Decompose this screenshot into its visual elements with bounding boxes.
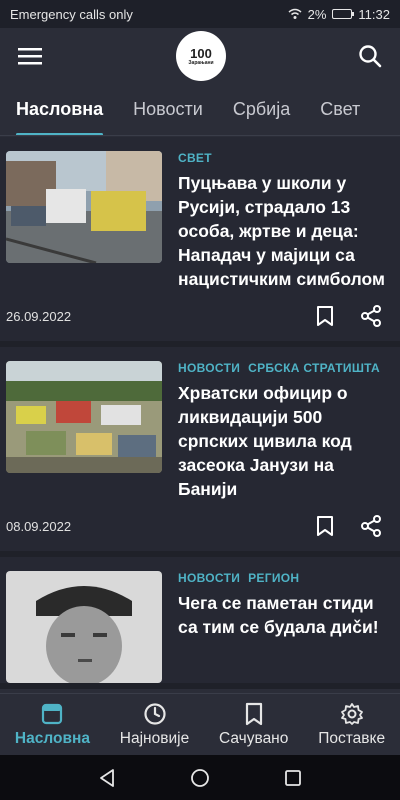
app-logo[interactable]: 100 Зарањани [176, 31, 226, 81]
carrier-text: Emergency calls only [10, 6, 133, 22]
tab-svet[interactable]: Свет [320, 84, 360, 135]
category-tabs: Насловна Новости Србија Свет [0, 84, 400, 136]
article-feed: СВЕТ Пуцњава у школи у Русији, страдало … [0, 137, 400, 693]
share-icon[interactable] [360, 515, 382, 537]
nav-label: Најновије [119, 729, 190, 747]
clock-icon [143, 702, 166, 725]
bookmark-icon[interactable] [316, 305, 334, 327]
article-date: 08.09.2022 [6, 518, 72, 534]
system-navigation-bar [0, 755, 400, 800]
bottom-navigation: Насловна Најновије Сачувано Поставке [0, 693, 400, 755]
search-icon[interactable] [358, 44, 382, 68]
category-label[interactable]: НОВОСТИ [178, 361, 240, 375]
article-title[interactable]: Хрватски официр о ликвидацији 500 српски… [178, 381, 394, 501]
article-title[interactable]: Чега се паметан стиди са тим се будала д… [178, 591, 394, 639]
battery-percent: 2% [307, 6, 327, 22]
article-thumbnail[interactable] [6, 571, 162, 683]
bookmark-icon [245, 702, 262, 725]
category-label[interactable]: СВЕТ [178, 151, 212, 165]
tab-srbija[interactable]: Србија [233, 84, 290, 135]
nav-label: Поставке [318, 729, 386, 747]
back-icon[interactable] [97, 768, 117, 788]
article-categories: СВЕТ [178, 151, 394, 165]
nav-saved[interactable]: Сачувано [219, 702, 288, 748]
article-title[interactable]: Пуцњава у школи у Русији, страдало 13 ос… [178, 171, 394, 291]
recents-icon[interactable] [283, 768, 303, 788]
app-bar: 100 Зарањани [0, 28, 400, 84]
article-card[interactable]: НОВОСТИ РЕГИОН Чега се паметан стиди са … [0, 557, 400, 689]
nav-settings[interactable]: Поставке [318, 702, 385, 748]
clock-time: 11:32 [358, 6, 390, 22]
share-icon[interactable] [360, 305, 382, 327]
logo-number: 100 [190, 45, 212, 61]
article-categories: НОВОСТИ СРБСКА СТРАТИШТА [178, 361, 394, 375]
status-icons: 2% 11:32 [288, 7, 390, 22]
nav-latest[interactable]: Најновије [120, 702, 189, 748]
article-thumbnail[interactable] [6, 151, 162, 263]
article-card[interactable]: СВЕТ Пуцњава у школи у Русији, страдало … [0, 137, 400, 347]
home-circle-icon[interactable] [190, 768, 210, 788]
battery-icon [332, 9, 355, 19]
article-date: 26.09.2022 [6, 308, 72, 324]
category-label[interactable]: СРБСКА СТРАТИШТА [248, 361, 380, 375]
article-thumbnail[interactable] [6, 361, 162, 473]
status-bar: Emergency calls only 2% 11:32 [0, 0, 400, 28]
logo-subtext: Зарањани [188, 59, 214, 66]
bookmark-icon[interactable] [316, 515, 334, 537]
menu-icon[interactable] [18, 46, 44, 66]
nav-label: Сачувано [219, 729, 289, 747]
nav-home[interactable]: Насловна [15, 702, 90, 748]
gear-icon [340, 702, 363, 725]
category-label[interactable]: НОВОСТИ [178, 571, 240, 585]
wifi-icon [288, 8, 302, 19]
article-categories: НОВОСТИ РЕГИОН [178, 571, 394, 585]
article-card[interactable]: НОВОСТИ СРБСКА СТРАТИШТА Хрватски официр… [0, 347, 400, 557]
home-icon [42, 703, 63, 724]
nav-label: Насловна [14, 729, 90, 747]
category-label[interactable]: РЕГИОН [248, 571, 299, 585]
tab-novosti[interactable]: Новости [133, 84, 203, 135]
tab-naslovna[interactable]: Насловна [16, 84, 104, 135]
